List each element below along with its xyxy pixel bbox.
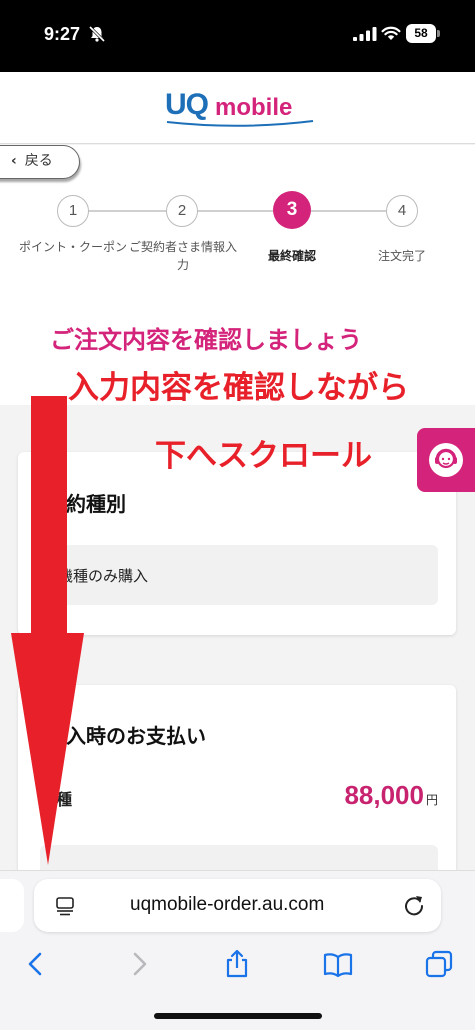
forward-arrow-icon[interactable]: [124, 949, 154, 979]
share-icon[interactable]: [222, 949, 252, 979]
step-2-label: ご契約者さま情報入力: [129, 240, 238, 272]
home-indicator: [154, 1013, 322, 1019]
contract-type-card: [18, 452, 456, 635]
contract-type-value: 機種のみ購入: [58, 567, 149, 585]
step-3-label: 最終確認: [267, 249, 316, 263]
bookmarks-icon[interactable]: [323, 949, 353, 979]
annotation-check-input: 入力内容を確認しながら: [68, 370, 409, 406]
page-menu-icon[interactable]: [54, 895, 76, 917]
reload-icon[interactable]: [402, 893, 426, 917]
step-4-label: 注文完了: [377, 249, 426, 263]
back-button[interactable]: ‹ 戻る: [0, 145, 80, 179]
step-2-circle: 2: [166, 195, 198, 227]
operator-headset-icon: [429, 443, 463, 477]
contract-type-title: 契約種別: [46, 492, 126, 516]
status-bar: 9:27 58: [0, 0, 475, 72]
battery-tip: [437, 30, 440, 37]
annotation-confirm-order: ご注文内容を確認しましょう: [50, 326, 362, 354]
device-price: 88,000 円: [344, 780, 438, 811]
uq-mobile-logo[interactable]: UQ mobile: [165, 86, 315, 130]
tabs-icon[interactable]: [424, 949, 454, 979]
bell-muted-icon: [88, 25, 106, 43]
back-arrow-icon[interactable]: [21, 949, 51, 979]
support-chat-button[interactable]: [417, 428, 475, 492]
step-connector: [73, 210, 401, 212]
step-1-circle: 1: [57, 195, 89, 227]
back-label: 戻る: [24, 153, 53, 169]
step-1-label: ポイント・クーポン: [18, 240, 127, 254]
device-price-label: 種: [56, 790, 73, 809]
price-unit: 円: [425, 793, 438, 807]
battery-indicator: 58: [406, 24, 436, 43]
annotation-scroll-down: 下へスクロール: [155, 438, 372, 474]
address-bar[interactable]: uqmobile-order.au.com: [34, 879, 441, 932]
logo-uq-text: UQ: [165, 88, 209, 121]
wifi-icon: [381, 26, 401, 40]
chevron-left-icon: ‹: [11, 153, 17, 169]
payment-title: 購入時のお支払い: [46, 724, 206, 748]
url-text: uqmobile-order.au.com: [130, 894, 325, 915]
site-header: UQ mobile: [0, 72, 475, 144]
previous-tab-peek[interactable]: [0, 879, 24, 932]
logo-swoosh: [166, 120, 314, 127]
step-4-circle: 4: [386, 195, 418, 227]
status-time: 9:27: [44, 24, 81, 44]
price-amount: 88,000: [344, 780, 424, 810]
cellular-signal-icon: [353, 27, 377, 41]
step-3-circle-active: 3: [273, 191, 311, 229]
browser-toolbar: uqmobile-order.au.com: [0, 870, 475, 1030]
